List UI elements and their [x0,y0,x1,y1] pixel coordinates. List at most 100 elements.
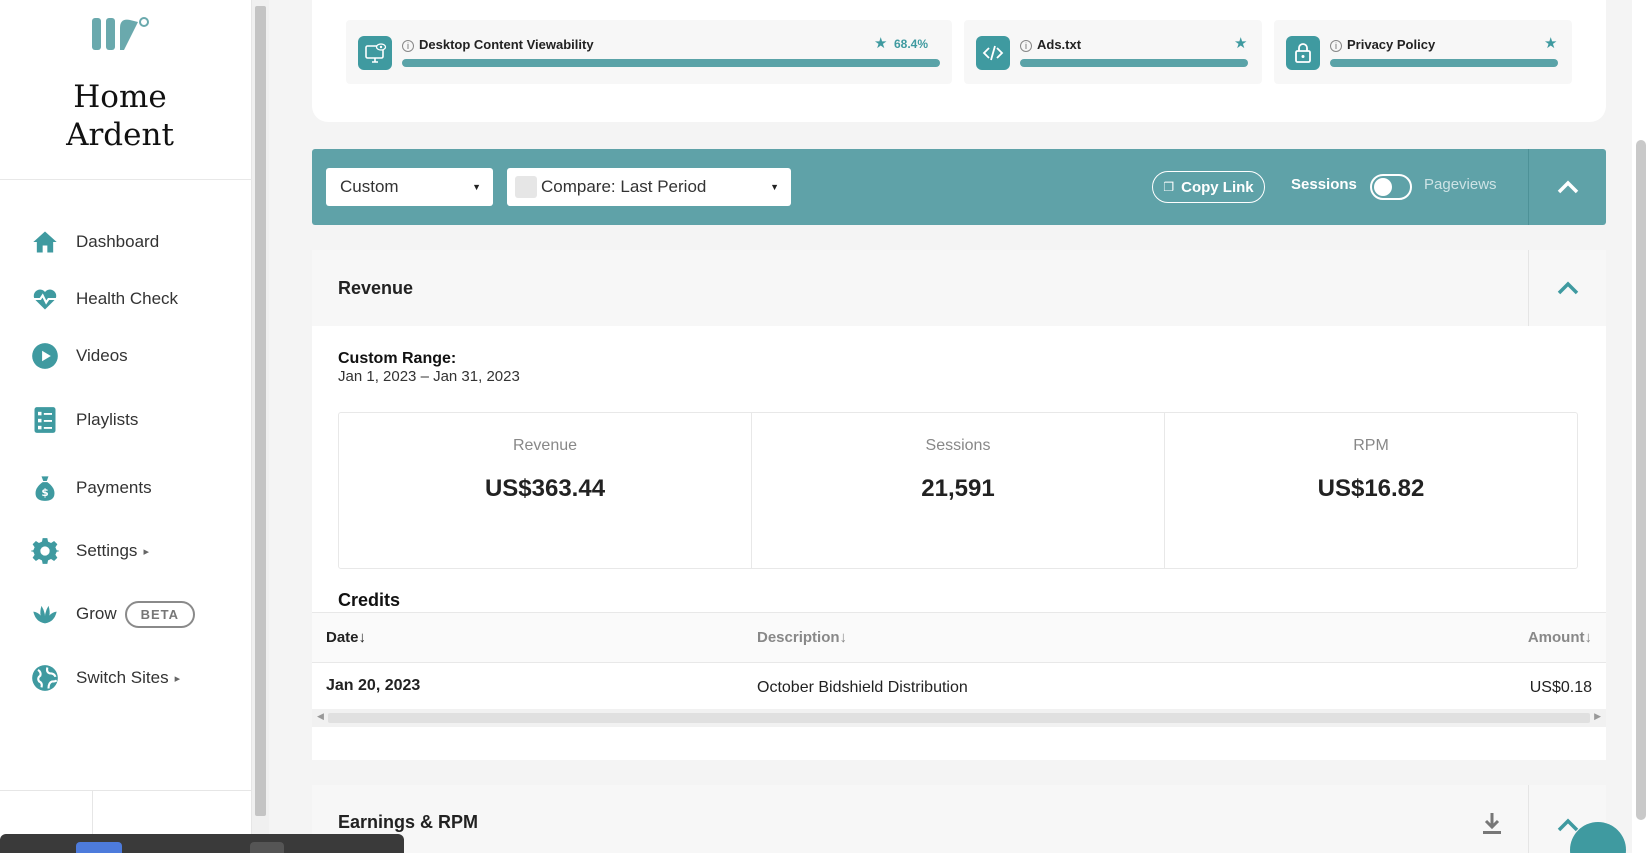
stat-label: Sessions [925,437,991,454]
toggle-knob [1374,178,1392,196]
chevron-up-icon[interactable] [1552,276,1584,300]
copy-icon: ❐ [1163,180,1175,194]
sidebar-footer-divider [0,790,252,791]
date-range-select[interactable]: Custom ▼ [326,168,493,206]
brand-name: Home Ardent [66,79,174,153]
sidebar-scrollbar-thumb[interactable] [255,6,266,816]
sidebar-item-videos[interactable]: Videos [30,339,128,373]
code-icon [976,36,1010,70]
leaf-icon [30,599,60,629]
sidebar-item-dashboard[interactable]: Dashboard [30,225,159,259]
custom-range-label: Custom Range: [338,350,457,367]
cell-description: October Bidshield Distribution [757,679,968,696]
list-icon [30,405,60,435]
health-check-privacy-policy[interactable]: i Privacy Policy ★ [1274,20,1572,84]
sidebar-item-payments[interactable]: $ Payments [30,471,152,505]
taskbar-button[interactable] [76,842,122,853]
taskbar-button[interactable] [250,842,284,853]
toggle-label-sessions[interactable]: Sessions [1291,176,1357,193]
stat-label: Revenue [512,437,578,454]
info-icon[interactable]: i [1330,40,1342,52]
revenue-stats: Revenue US$363.44 Sessions 21,591 RPM US… [338,412,1578,569]
compare-select[interactable]: Compare: Last Period ▼ [507,168,791,206]
sidebar-item-label: Videos [76,346,128,365]
health-check-desktop-viewability[interactable]: i Desktop Content Viewability ★ 68.4% [346,20,952,84]
stat-sessions: Sessions 21,591 [752,413,1165,568]
sidebar-item-label: Dashboard [76,232,160,251]
chevron-up-icon[interactable] [1552,175,1584,199]
health-check-progress-bar [1020,59,1248,67]
download-icon[interactable] [1480,811,1504,837]
sidebar-item-settings[interactable]: Settings ▸ [30,534,149,568]
cell-amount: US$0.18 [1529,679,1592,696]
money-bag-icon: $ [30,473,60,503]
scroll-right-icon[interactable]: ▶ [1594,711,1601,722]
health-check-value: 68.4% [894,37,929,51]
cell-date: Jan 20, 2023 [326,677,421,694]
sidebar-scrollbar[interactable] [252,0,269,853]
chevron-right-icon: ▸ [143,545,149,558]
revenue-title: Revenue [338,278,414,298]
revenue-card: Revenue Custom Range: Jan 1, 2023 – Jan … [312,250,1606,760]
sidebar-item-label: Playlists [76,410,139,429]
health-check-card: i Desktop Content Viewability ★ 68.4% i … [312,0,1606,122]
stat-value: US$363.44 [484,475,606,502]
star-icon: ★ [874,35,888,52]
heartbeat-icon [30,284,60,314]
report-filter-bar: Custom ▼ Compare: Last Period ▼ ❐ Copy L… [312,149,1606,225]
sidebar-item-label: Grow [76,604,117,623]
divider [1528,785,1529,853]
custom-range-value: Jan 1, 2023 – Jan 31, 2023 [338,368,520,385]
toggle-label-pageviews[interactable]: Pageviews [1424,176,1497,193]
health-check-name: Ads.txt [1037,37,1082,52]
sidebar: Home Ardent Dashboard Health Check Video… [0,0,252,853]
column-header-amount[interactable]: Amount↓ [1528,629,1592,646]
revenue-header[interactable]: Revenue [312,250,1606,326]
sidebar-item-grow[interactable]: Grow BETA [30,597,196,631]
sessions-pageviews-toggle[interactable] [1370,174,1412,200]
column-header-date[interactable]: Date↓ [326,629,366,646]
health-check-ads-txt[interactable]: i Ads.txt ★ [964,20,1262,84]
lock-icon [1286,36,1320,70]
table-horizontal-scrollbar[interactable]: ◀ ▶ [312,709,1606,727]
health-check-name: Privacy Policy [1347,37,1436,52]
health-check-name: Desktop Content Viewability [419,37,594,52]
play-icon [30,341,60,371]
globe-icon [30,663,60,693]
table-row: Jan 20, 2023 October Bidshield Distribut… [312,663,1606,709]
taskbar-overlay [0,834,404,853]
page-scrollbar-thumb[interactable] [1636,140,1646,820]
beta-badge: BETA [124,600,196,628]
sidebar-item-label: Health Check [76,289,179,308]
star-icon: ★ [1234,35,1248,52]
info-icon[interactable]: i [1020,40,1032,52]
compare-checkbox[interactable] [515,176,537,198]
earnings-rpm-card[interactable]: Earnings & RPM [312,785,1606,853]
health-check-progress-bar [1330,59,1558,67]
earnings-title: Earnings & RPM [338,812,479,832]
brand-logo-icon[interactable] [90,14,150,54]
table-header: Date↓ Description↓ Amount↓ [312,612,1606,663]
info-icon[interactable]: i [402,40,414,52]
home-icon [30,227,60,257]
stat-rpm: RPM US$16.82 [1165,413,1577,568]
stat-value: US$16.82 [1317,475,1425,502]
star-icon: ★ [1544,35,1558,52]
sidebar-divider [0,179,252,180]
sidebar-item-switch-sites[interactable]: Switch Sites ▸ [30,661,180,695]
divider [1528,250,1529,326]
sidebar-item-label: Settings [76,541,138,560]
column-header-description[interactable]: Description↓ [757,629,847,646]
stat-label: RPM [1353,437,1389,454]
stat-value: 21,591 [921,475,995,502]
sidebar-item-playlists[interactable]: Playlists [30,403,138,437]
scrollbar-thumb[interactable] [328,713,1590,723]
sidebar-item-label: Payments [76,478,152,497]
gear-icon [30,536,60,566]
caret-down-icon: ▼ [770,182,779,192]
page-scrollbar[interactable] [1632,0,1650,853]
copy-link-button[interactable]: ❐ Copy Link [1152,171,1265,203]
scroll-left-icon[interactable]: ◀ [317,711,324,722]
sidebar-item-health-check[interactable]: Health Check [30,282,178,316]
monitor-eye-icon [358,36,392,70]
